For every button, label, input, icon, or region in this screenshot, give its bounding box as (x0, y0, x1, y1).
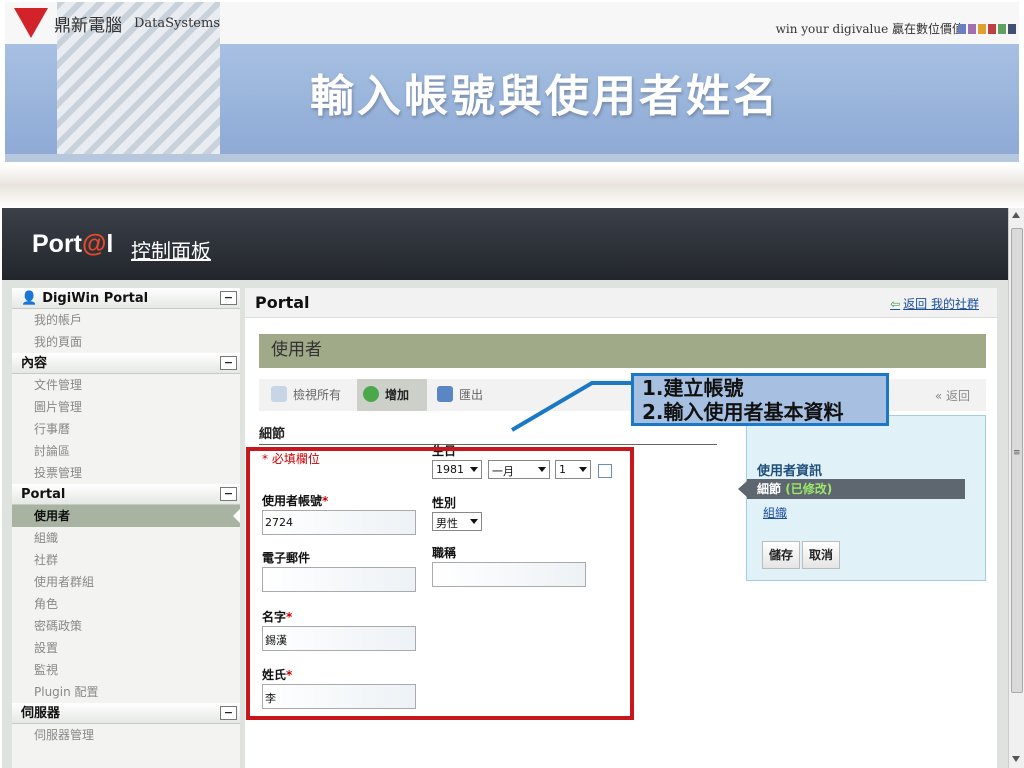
sidebar-item-documents[interactable]: 文件管理 (12, 374, 240, 396)
highlight-box (246, 447, 634, 720)
user-icon: 👤 (21, 291, 38, 306)
sidebar-item-roles[interactable]: 角色 (12, 593, 240, 615)
save-button[interactable]: 儲存 (762, 541, 801, 569)
sidebar-item-server-admin[interactable]: 伺服器管理 (12, 724, 240, 746)
sidebar-item-images[interactable]: 圖片管理 (12, 396, 240, 418)
sidebar-section-title: 內容 (21, 356, 48, 371)
callout-line-1: 1.建立帳號 (642, 376, 744, 400)
add-label: 增加 (385, 388, 410, 402)
scrollbar-thumb[interactable] (1011, 228, 1023, 693)
sidebar-section-title: DigiWin Portal (42, 291, 149, 306)
collapse-button[interactable]: − (220, 291, 237, 305)
logo-text: 鼎新電腦 (54, 15, 122, 36)
slide-title: 輸入帳號與使用者姓名 (310, 71, 780, 122)
control-panel-link[interactable]: 控制面板 (131, 235, 211, 264)
back-link[interactable]: « 返回 (935, 387, 970, 404)
scroll-up-icon[interactable] (1012, 212, 1020, 218)
app-header: Port@l 控制面板 (2, 208, 1008, 280)
sidebar-item-polls[interactable]: 投票管理 (12, 462, 240, 484)
company-logo: 鼎新電腦 DataSystems (14, 8, 220, 38)
sidebar: 👤 DigiWin Portal − 我的帳戶 我的頁面 內容 − 文件管理 圖片… (12, 288, 240, 768)
page-title: Portal (255, 293, 310, 312)
slogan: win your digivalue 贏在數位價值 (775, 22, 964, 36)
back-link-label: 返回 我的社群 (903, 297, 979, 311)
collapse-button[interactable]: − (220, 356, 237, 370)
callout-line-2: 2.輸入使用者基本資料 (642, 400, 844, 424)
collapse-button[interactable]: − (220, 706, 237, 720)
back-arrow-icon: ⇦ (890, 297, 901, 311)
sidebar-section-digiwin[interactable]: 👤 DigiWin Portal − (12, 288, 240, 309)
sidebar-section-title: Portal (21, 487, 66, 502)
banner-stripe (5, 154, 1019, 162)
sidebar-item-communities[interactable]: 社群 (12, 549, 240, 571)
sidebar-item-calendar[interactable]: 行事曆 (12, 418, 240, 440)
user-info-title: 使用者資訊 (757, 464, 823, 479)
users-icon (271, 386, 287, 402)
sidebar-section-title: 伺服器 (21, 706, 61, 721)
sidebar-section-server[interactable]: 伺服器 − (12, 703, 240, 724)
sidebar-section-content[interactable]: 內容 − (12, 353, 240, 374)
grip-icon: ≡ (1013, 448, 1021, 458)
scroll-down-icon[interactable] (1012, 756, 1020, 762)
sidebar-item-my-pages[interactable]: 我的頁面 (12, 331, 240, 353)
save-disk-icon (437, 386, 453, 402)
sidebar-item-my-account[interactable]: 我的帳戶 (12, 309, 240, 331)
collapse-button[interactable]: − (220, 487, 237, 501)
sidebar-section-portal[interactable]: Portal − (12, 484, 240, 505)
view-all-button[interactable]: 檢視所有 (265, 379, 341, 411)
add-icon (363, 386, 379, 402)
view-all-label: 檢視所有 (293, 388, 342, 402)
sidebar-item-settings[interactable]: 設置 (12, 637, 240, 659)
sidebar-item-password-policies[interactable]: 密碼政策 (12, 615, 240, 637)
back-to-communities-link[interactable]: ⇦ 返回 我的社群 (890, 295, 979, 312)
details-title: 細節 (259, 423, 717, 445)
sidebar-item-organizations[interactable]: 組織 (12, 527, 240, 549)
color-swatches (958, 24, 1016, 34)
sidebar-item-monitoring[interactable]: 監視 (12, 659, 240, 681)
export-label: 匯出 (459, 388, 484, 402)
sidebar-item-user-groups[interactable]: 使用者群組 (12, 571, 240, 593)
vertical-scrollbar[interactable]: ≡ (1008, 208, 1024, 768)
users-section-header: 使用者 (259, 334, 986, 368)
export-button[interactable]: 匯出 (431, 379, 483, 411)
slide-banner: 鼎新電腦 DataSystems win your digivalue 贏在數位… (0, 0, 1024, 208)
portal-bar: Portal ⇦ 返回 我的社群 (245, 288, 997, 318)
portal-logo[interactable]: Port@l (32, 230, 113, 259)
sidebar-item-users[interactable]: 使用者 (12, 505, 240, 527)
cancel-button[interactable]: 取消 (802, 541, 841, 569)
user-info-panel: 使用者資訊 細節 (已修改) 組織 儲存 取消 (738, 415, 986, 581)
callout-box: 1.建立帳號 2.輸入使用者基本資料 (631, 373, 889, 426)
sidebar-item-plugin-config[interactable]: Plugin 配置 (12, 681, 240, 703)
logo-v-icon (14, 8, 48, 38)
logo-subtext: DataSystems (134, 15, 220, 31)
details-nav-item[interactable]: 細節 (已修改) (738, 479, 965, 499)
add-button[interactable]: 增加 (357, 379, 427, 411)
organizations-link[interactable]: 組織 (763, 504, 787, 521)
sidebar-item-forums[interactable]: 討論區 (12, 440, 240, 462)
